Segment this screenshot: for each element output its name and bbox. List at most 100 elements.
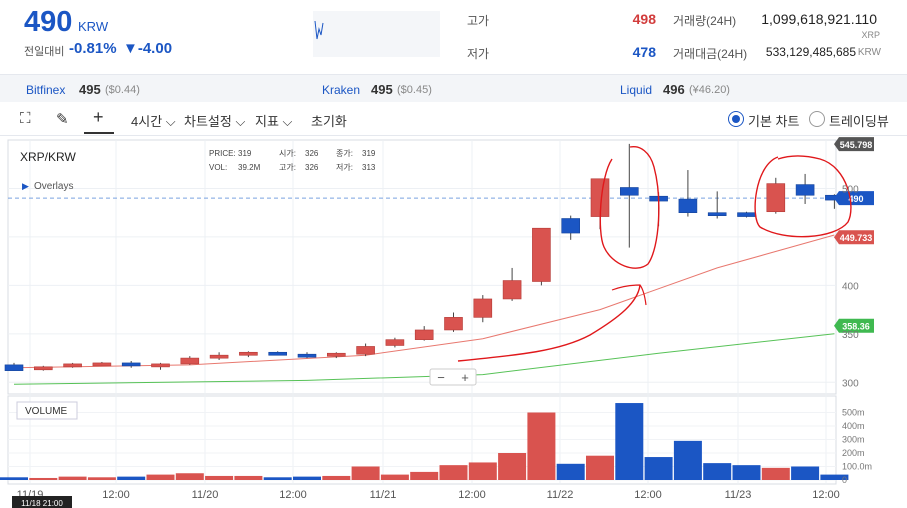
x-tick-label: 12:00 [634, 489, 662, 501]
volume-bar [322, 475, 351, 480]
volume-tick-label: 500m [842, 408, 865, 418]
high-label: 고가 [467, 14, 490, 28]
exchange-name[interactable]: Liquid [620, 83, 652, 97]
candle-body [356, 346, 375, 355]
low-label: 저가 [467, 47, 490, 61]
candle-body [63, 363, 82, 368]
y-tick-label: 500 [842, 184, 859, 195]
volume-bar [29, 477, 58, 480]
info-close-value: 319 [362, 149, 376, 158]
candle-body [795, 184, 815, 196]
volume-bar [439, 465, 468, 480]
volume-bar [351, 466, 380, 480]
x-tooltip: 11/18 21:00 [21, 499, 63, 508]
volume-bar [644, 457, 673, 480]
candle-body [473, 298, 493, 318]
price-badge: 545.798 [834, 137, 874, 152]
tradingview-radio[interactable] [809, 111, 825, 127]
fullscreen-icon[interactable]: ⛶ [20, 110, 31, 127]
volume-bar [146, 474, 175, 480]
y-tick-label: 400 [842, 281, 859, 292]
low-value: 478 [632, 44, 656, 60]
volume-bar [380, 474, 409, 480]
change-percent: -0.81% [69, 40, 117, 57]
candle-body [532, 227, 551, 282]
volume-bar [117, 476, 146, 480]
crosshair-icon[interactable]: + [93, 107, 104, 128]
basic-chart-label[interactable]: 기본 차트 [748, 111, 799, 130]
chevron-down-icon: ⌵ [231, 114, 246, 129]
chart-settings-dropdown[interactable]: 차트설정 ⌵ [184, 111, 245, 130]
volume-bar [175, 473, 204, 480]
price-chart[interactable]: 545.798490449.733358.36 11/19 12:00 11/20 1… [0, 137, 907, 508]
candle-body [297, 353, 317, 358]
chart-settings-label: 차트설정 [184, 114, 232, 129]
info-low-value: 313 [362, 163, 376, 172]
x-tick-label: 12:00 [102, 489, 130, 501]
info-price-label: PRICE: [209, 149, 236, 158]
volume-bar [791, 466, 820, 480]
interval-label: 4시간 [131, 114, 163, 129]
volume-tick-label: 400m [842, 421, 865, 431]
exchange-usd: ($0.45) [397, 84, 432, 96]
interval-dropdown[interactable]: 4시간 ⌵ [131, 111, 176, 130]
volume-bar [58, 476, 87, 480]
x-tick-label: 11/23 [725, 489, 752, 501]
volume-bar [0, 477, 28, 480]
overlays-label: Overlays [34, 181, 73, 192]
exchange-price: 495 [371, 82, 393, 97]
candle-body [92, 362, 112, 367]
x-tick-label: 12:00 [279, 489, 307, 501]
exchange-name[interactable]: Kraken [322, 83, 360, 97]
candle-body [326, 352, 346, 357]
volume-bar [234, 475, 263, 480]
chart-toolbar: ⛶ ✎ + 4시간 ⌵ 차트설정 ⌵ 지표 ⌵ 초기화 기본 차트 트레이딩뷰 [0, 102, 907, 136]
basic-chart-radio[interactable] [728, 111, 744, 127]
reset-button[interactable]: 초기화 [311, 111, 347, 130]
exchange-name[interactable]: Bitfinex [26, 83, 65, 97]
info-open-label: 시가: [279, 149, 296, 158]
candle-body [444, 317, 463, 331]
volume-bar [761, 467, 790, 480]
volume-bar [498, 453, 527, 480]
candle-body [502, 280, 522, 300]
candle-body [766, 183, 786, 213]
candle-body [180, 357, 200, 365]
price-panel [7, 139, 837, 395]
amount-value: 533,129,485,685 [765, 45, 856, 59]
candle-body [707, 212, 727, 216]
volume-bar [556, 463, 585, 480]
volume-tick-label: 0 [842, 475, 847, 485]
candle-body [121, 362, 141, 367]
volume-tick-label: 200m [842, 448, 865, 458]
volume-bar [205, 475, 234, 480]
info-high-label: 고가: [279, 163, 296, 172]
price-badge-label: 545.798 [840, 140, 873, 150]
y-tick-label: 300 [842, 378, 859, 389]
chevron-down-icon: ⌵ [162, 114, 176, 129]
pencil-icon[interactable]: ✎ [56, 110, 69, 128]
exchange-jpy: (¥46.20) [689, 84, 730, 96]
exchange-usd: ($0.44) [105, 84, 140, 96]
info-low-label: 저가: [336, 163, 353, 172]
volume-tick-label: 300m [842, 435, 865, 445]
candle-body [268, 351, 288, 356]
volume-label: VOLUME [25, 406, 68, 417]
x-tick-label: 11/22 [547, 489, 574, 501]
amount-unit: KRW [857, 47, 881, 58]
info-open-value: 326 [305, 149, 319, 158]
y-tick-label: 350 [842, 330, 859, 341]
indicators-label: 지표 [255, 114, 279, 129]
volume-bar [615, 403, 644, 480]
change-label: 전일대비 [24, 46, 65, 58]
x-tick-label: 12:00 [812, 489, 840, 501]
indicators-dropdown[interactable]: 지표 ⌵ [255, 111, 292, 130]
tradingview-label[interactable]: 트레이딩뷰 [829, 111, 889, 130]
exchange-price: 496 [663, 82, 685, 97]
volume-value: 1,099,618,921.110 [761, 11, 877, 27]
exchange-bar: Bitfinex 495 ($0.44) Kraken 495 ($0.45) … [0, 74, 907, 102]
volume-unit: XRP [861, 30, 880, 40]
candle-body [737, 212, 756, 217]
crosshair-active-underline [84, 132, 114, 134]
info-high-value: 326 [305, 163, 319, 172]
